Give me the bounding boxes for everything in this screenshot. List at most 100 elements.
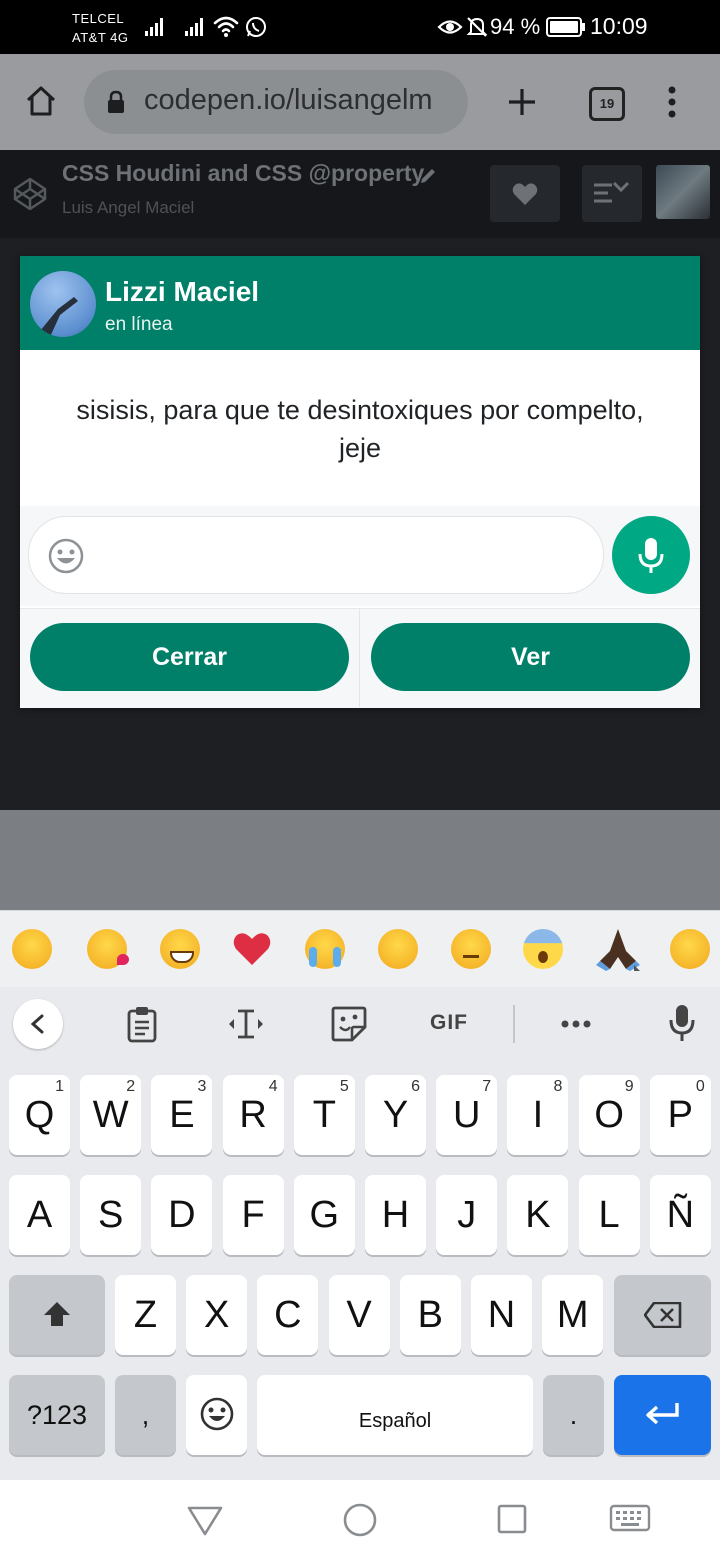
key-a[interactable]: A bbox=[9, 1175, 70, 1255]
key-l[interactable]: L bbox=[578, 1175, 640, 1255]
emoji-unamused-icon[interactable] bbox=[451, 929, 491, 969]
space-key-label: Español bbox=[358, 1410, 432, 1432]
key-y[interactable]: Y6 bbox=[365, 1075, 426, 1155]
key-label: E bbox=[169, 1094, 195, 1136]
key-u[interactable]: U7 bbox=[436, 1075, 498, 1155]
space-key[interactable]: Español bbox=[257, 1375, 533, 1455]
enter-arrow-icon bbox=[645, 1403, 679, 1425]
reply-input[interactable] bbox=[28, 516, 604, 594]
key-e[interactable]: E3 bbox=[151, 1075, 213, 1155]
tab-switcher-button[interactable]: 19 bbox=[589, 87, 625, 121]
backspace-key[interactable] bbox=[614, 1275, 711, 1355]
key-r[interactable]: R4 bbox=[222, 1075, 284, 1155]
more-options-icon[interactable] bbox=[664, 84, 680, 120]
comma-key[interactable]: , bbox=[115, 1375, 176, 1455]
avatar[interactable] bbox=[30, 271, 96, 337]
view-button[interactable]: Ver bbox=[371, 623, 690, 691]
home-circle-icon[interactable] bbox=[342, 1502, 378, 1538]
key-f[interactable]: F bbox=[222, 1175, 284, 1255]
key-g[interactable]: G bbox=[293, 1175, 355, 1255]
lock-icon bbox=[108, 90, 124, 113]
key-label: M bbox=[556, 1294, 589, 1336]
emoji-grinning-icon[interactable] bbox=[160, 929, 200, 969]
key-j[interactable]: J bbox=[436, 1175, 498, 1255]
key-c[interactable]: C bbox=[257, 1275, 319, 1355]
system-navigation-bar bbox=[0, 1480, 720, 1560]
key-number-hint: 0 bbox=[695, 1078, 705, 1095]
key-label: Ñ bbox=[666, 1194, 695, 1236]
more-horizontal-icon[interactable] bbox=[560, 1019, 592, 1029]
symbols-key[interactable]: ?123 bbox=[9, 1375, 105, 1455]
enter-key[interactable] bbox=[614, 1375, 711, 1455]
new-tab-icon[interactable] bbox=[506, 86, 538, 118]
codepen-logo-icon[interactable] bbox=[12, 176, 48, 212]
back-triangle-icon[interactable] bbox=[186, 1504, 224, 1538]
key-t[interactable]: T5 bbox=[293, 1075, 355, 1155]
key-z[interactable]: Z bbox=[115, 1275, 176, 1355]
change-view-button[interactable] bbox=[582, 165, 642, 222]
emoji-drooling-icon[interactable] bbox=[378, 929, 418, 969]
on-screen-keyboard: GIF ?123 , Español . Q1W2E3R4T5Y6U7I8O9P… bbox=[0, 910, 720, 1480]
url-text[interactable]: codepen.io/luisangelm bbox=[144, 84, 456, 117]
edit-pencil-icon[interactable] bbox=[418, 166, 438, 186]
key-i[interactable]: I8 bbox=[507, 1075, 569, 1155]
key-label: U bbox=[452, 1094, 481, 1136]
emoji-key[interactable] bbox=[186, 1375, 247, 1455]
emoji-screaming-icon[interactable] bbox=[523, 929, 563, 969]
key-w[interactable]: W2 bbox=[80, 1075, 142, 1155]
key-k[interactable]: K bbox=[507, 1175, 569, 1255]
emoji-suggestion-strip bbox=[0, 910, 720, 987]
key-label: C bbox=[274, 1294, 302, 1336]
voice-input-icon[interactable] bbox=[668, 1003, 696, 1045]
clipboard-icon[interactable] bbox=[126, 1005, 158, 1043]
key-b[interactable]: B bbox=[399, 1275, 461, 1355]
key-h[interactable]: H bbox=[365, 1175, 426, 1255]
key-label: A bbox=[26, 1194, 53, 1236]
emoji-kiss-icon[interactable] bbox=[87, 929, 129, 969]
voice-message-button[interactable] bbox=[612, 516, 690, 594]
key-p[interactable]: P0 bbox=[649, 1075, 711, 1155]
key-m[interactable]: M bbox=[542, 1275, 604, 1355]
key-label: R bbox=[239, 1094, 267, 1136]
key-v[interactable]: V bbox=[328, 1275, 390, 1355]
back-button[interactable] bbox=[13, 999, 63, 1049]
key-ñ[interactable]: Ñ bbox=[649, 1175, 711, 1255]
key-q[interactable]: Q1 bbox=[9, 1075, 70, 1155]
browser-toolbar: codepen.io/luisangelm 19 bbox=[0, 54, 720, 150]
key-n[interactable]: N bbox=[471, 1275, 532, 1355]
key-number-hint: 1 bbox=[55, 1078, 64, 1095]
profile-thumbnail[interactable] bbox=[656, 165, 710, 219]
carrier-network: AT&T 4G bbox=[72, 30, 129, 45]
gif-button[interactable]: GIF bbox=[430, 1011, 468, 1035]
popup-header: Lizzi Maciel en línea bbox=[20, 256, 700, 350]
sticker-icon[interactable] bbox=[330, 1005, 368, 1043]
key-o[interactable]: O9 bbox=[578, 1075, 640, 1155]
period-key[interactable]: . bbox=[543, 1375, 604, 1455]
key-x[interactable]: X bbox=[186, 1275, 248, 1355]
home-icon[interactable] bbox=[24, 84, 58, 118]
emoji-icon[interactable] bbox=[47, 537, 85, 575]
dimmed-background bbox=[0, 810, 720, 910]
key-label: K bbox=[525, 1194, 551, 1236]
keyboard-switch-icon[interactable] bbox=[609, 1504, 651, 1534]
keyboard-toolbar: GIF bbox=[0, 987, 720, 1063]
contact-name: Lizzi Maciel bbox=[105, 276, 260, 307]
love-button[interactable] bbox=[490, 165, 560, 222]
whatsapp-notification-icon bbox=[246, 17, 266, 37]
key-label: W bbox=[92, 1094, 129, 1136]
avatar-photo bbox=[40, 297, 78, 337]
pen-author[interactable]: Luis Angel Maciel bbox=[62, 198, 194, 218]
shift-key[interactable] bbox=[9, 1275, 105, 1355]
text-cursor-icon[interactable] bbox=[226, 1005, 266, 1043]
key-label: H bbox=[381, 1194, 410, 1236]
emoji-crying-icon[interactable] bbox=[305, 929, 345, 969]
emoji-tears-of-joy-icon[interactable] bbox=[12, 929, 52, 969]
recent-apps-icon[interactable] bbox=[496, 1503, 528, 1535]
close-button[interactable]: Cerrar bbox=[30, 623, 349, 691]
emoji-red-heart-icon[interactable] bbox=[232, 931, 272, 967]
emoji-folded-hands-icon[interactable] bbox=[596, 927, 640, 971]
key-d[interactable]: D bbox=[151, 1175, 213, 1255]
emoji-rofl-icon[interactable] bbox=[664, 923, 716, 975]
key-s[interactable]: S bbox=[80, 1175, 142, 1255]
pen-title[interactable]: CSS Houdini and CSS @property bbox=[62, 160, 424, 187]
